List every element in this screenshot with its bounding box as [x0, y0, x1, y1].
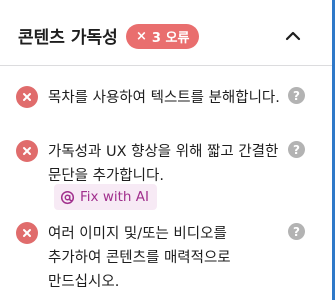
- error-count-badge: × 3 오류: [126, 24, 200, 49]
- badge-x-icon: ×: [136, 29, 147, 44]
- fix-with-ai-button[interactable]: Fix with AI: [54, 184, 157, 210]
- section-header[interactable]: 콘텐츠 가독성 × 3 오류: [0, 2, 332, 66]
- error-circle-x-icon: [16, 140, 38, 162]
- ai-sparkle-icon: [60, 190, 75, 205]
- readability-panel: 콘텐츠 가독성 × 3 오류 목차를 사용하여 텍스트를 분해합니다. ? 가독…: [0, 0, 335, 300]
- section-title: 콘텐츠 가독성: [18, 28, 118, 48]
- collapse-toggle-button[interactable]: [280, 23, 306, 49]
- fix-with-ai-label: Fix with AI: [80, 189, 149, 205]
- help-question-icon[interactable]: ?: [288, 223, 305, 240]
- help-question-icon[interactable]: ?: [288, 87, 305, 104]
- issue-text: 가독성과 UX 향상을 위해 짧고 간결한 문단을 추가합니다.: [48, 144, 279, 184]
- issue-text: 여러 이미지 및/또는 비디오를 추가하여 콘텐츠를 매력적으로 만드십시오.: [48, 226, 231, 290]
- error-circle-x-icon: [16, 86, 38, 108]
- badge-label: 3 오류: [151, 31, 190, 46]
- issue-text: 목차를 사용하여 텍스트를 분해합니다.: [48, 90, 280, 106]
- error-circle-x-icon: [16, 222, 38, 244]
- help-question-icon[interactable]: ?: [288, 141, 305, 158]
- chevron-up-icon: [285, 31, 301, 41]
